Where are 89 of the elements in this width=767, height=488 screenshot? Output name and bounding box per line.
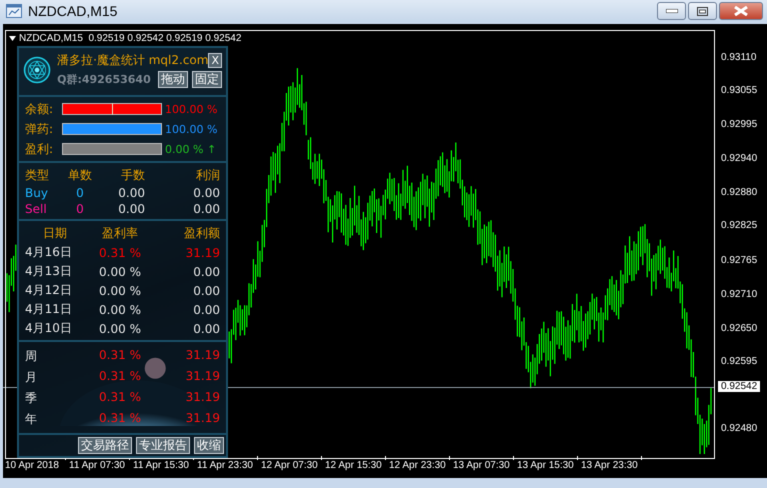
table-cell-text: 31.19 [184,246,220,260]
time-label: 13 Apr 15:30 [517,460,574,471]
price-label: 0.92710 [721,289,758,300]
table-cell-text: 0.31 % [98,390,142,406]
chart-header: NZDCAD,M15 0.92519 0.92542 0.92519 0.92542 [19,33,242,44]
table-cell-text: 0 [75,202,85,216]
price-label: 0.93110 [721,52,756,63]
meter-label: 弹药: [25,120,54,138]
restore-button[interactable] [688,2,717,20]
price-label: 0.92595 [721,356,758,367]
price-label: 0.92650 [721,323,758,334]
table-cell-text: 0.00 % [98,322,142,336]
close-button[interactable]: X [208,53,222,68]
price-label: 0.92765 [721,255,758,266]
column-header: 盈利率 [101,225,139,242]
price-label: 0.92880 [721,187,758,198]
time-label: 11 Apr 15:30 [133,460,189,471]
trade-path-button[interactable]: 交易路径 [78,437,132,454]
table-cell-text: 0 [75,186,85,200]
close-icon [734,6,748,16]
table-cell-text: 0.00 [192,302,220,316]
drag-button[interactable]: 拖动 [158,71,188,88]
dropdown-triangle-icon [9,36,16,41]
date-cell-text: 4月13日 [25,263,73,280]
restore-icon [697,6,708,16]
table-cell-text: 0.31 % [98,348,142,364]
table-cell-text: 0.00 [192,186,220,200]
current-price-label: 0.92542 [718,381,760,392]
meter-marker [112,103,113,115]
table-cell-text: 31.19 [184,390,220,406]
price-label: 0.92995 [721,119,758,130]
price-label: 0.93055 [721,85,758,96]
table-cell-text: 0.31 % [98,411,142,427]
table-cell-text: 31.19 [184,411,220,427]
column-header: 日期 [42,225,68,242]
order-type: Buy [25,186,49,200]
column-header: 单数 [67,167,93,184]
collapse-button[interactable]: 收缩 [194,437,224,454]
group-number: Q群:492653640 [57,72,151,87]
table-cell-text: 0.00 [117,186,145,200]
column-header: 手数 [120,167,145,184]
table-cell-text: 0.00 % [98,284,142,298]
report-button[interactable]: 专业报告 [136,437,190,454]
column-header: 类型 [25,167,50,184]
table-cell-text: 31.19 [184,369,220,385]
table-cell-text: 0.31 % [98,246,142,260]
time-label: 12 Apr 23:30 [389,460,446,471]
time-label: 13 Apr 07:30 [453,460,510,471]
time-label: 12 Apr 15:30 [325,460,382,471]
period-label: 周 [25,348,38,365]
table-cell-text: 0.00 [192,322,220,336]
minimize-icon [666,9,678,13]
chart-window-icon [6,4,22,18]
table-cell-text: 0.00 [192,202,220,216]
minimize-button[interactable] [657,2,686,20]
price-label: 0.92825 [721,220,758,231]
meter-reading: 100.00 % [165,122,218,136]
date-cell-text: 4月16日 [25,244,73,261]
price-label: 0.92480 [721,423,758,434]
time-label: 11 Apr 23:30 [197,460,253,471]
date-cell-text: 4月10日 [25,320,73,337]
period-label: 季 [25,390,38,407]
column-header: 盈利额 [183,225,220,242]
date-cell-text: 4月12日 [25,282,73,299]
table-cell-text: 0.00 % [98,302,142,316]
time-label: 13 Apr 23:30 [581,460,638,471]
time-label: 10 Apr 2018 [5,460,59,471]
window-title: NZDCAD,M15 [28,3,118,19]
time-label: 11 Apr 07:30 [69,460,125,471]
table-cell-text: 0.31 % [98,369,142,385]
period-label: 年 [25,411,38,428]
column-header: 利润 [195,167,220,184]
panel-title: 潘多拉·魔盒统计 mql2.com [57,52,208,69]
date-cell-text: 4月11日 [25,301,73,318]
meter-reading: 100.00 % [165,102,218,116]
table-cell-text: 0.00 [192,284,220,298]
period-label: 月 [25,369,38,386]
meter-reading: 0.00 % ↑ [165,142,216,156]
table-cell-text: 31.19 [184,348,220,364]
close-button[interactable] [719,2,763,20]
table-cell-text: 0.00 [192,264,220,278]
table-cell-text: 0.00 [117,202,145,216]
table-cell-text: 0.00 % [98,264,142,278]
order-type: Sell [25,202,48,216]
meter-label: 余额: [25,100,54,118]
pin-button[interactable]: 固定 [192,71,222,88]
price-label: 0.92940 [721,153,758,164]
time-label: 12 Apr 07:30 [261,460,318,471]
meter-label: 盈利: [25,140,54,158]
